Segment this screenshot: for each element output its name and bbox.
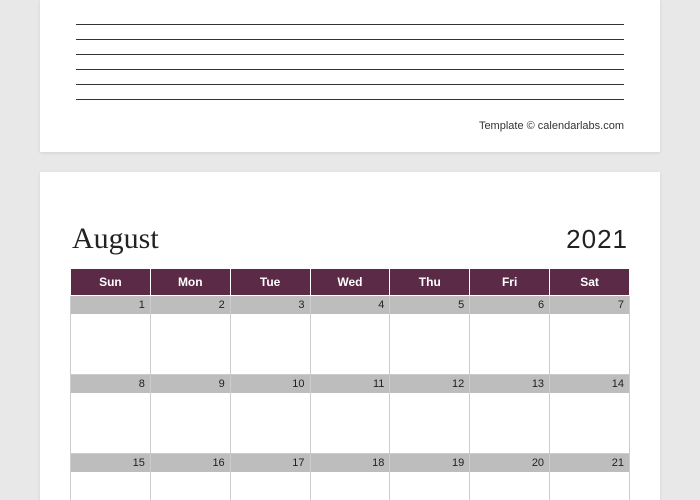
day-number: 20 xyxy=(470,454,549,472)
day-number: 3 xyxy=(231,296,310,314)
day-number: 1 xyxy=(71,296,150,314)
day-number: 18 xyxy=(311,454,390,472)
year: 2021 xyxy=(566,224,628,255)
day-body xyxy=(231,472,310,500)
prev-page-tail: Template © calendarlabs.com xyxy=(40,0,660,152)
day-number: 13 xyxy=(470,375,549,393)
day-cell: 4 xyxy=(310,296,390,375)
day-cell: 2 xyxy=(150,296,230,375)
day-cell: 20 xyxy=(470,454,550,500)
weekday-wed: Wed xyxy=(310,269,390,296)
note-line xyxy=(76,25,624,40)
day-body xyxy=(311,393,390,453)
weekday-mon: Mon xyxy=(150,269,230,296)
day-number: 8 xyxy=(71,375,150,393)
day-cell: 7 xyxy=(550,296,630,375)
day-cell: 15 xyxy=(71,454,151,500)
day-number: 21 xyxy=(550,454,629,472)
weekday-thu: Thu xyxy=(390,269,470,296)
day-body xyxy=(470,472,549,500)
day-body xyxy=(151,314,230,374)
day-number: 11 xyxy=(311,375,390,393)
day-cell: 18 xyxy=(310,454,390,500)
day-cell: 11 xyxy=(310,375,390,454)
day-cell: 14 xyxy=(550,375,630,454)
calendar-table: Sun Mon Tue Wed Thu Fri Sat 1 2 3 4 5 6 … xyxy=(70,268,630,500)
day-cell: 3 xyxy=(230,296,310,375)
template-credit: Template © calendarlabs.com xyxy=(70,110,630,132)
day-cell: 16 xyxy=(150,454,230,500)
day-body xyxy=(71,393,150,453)
day-body xyxy=(231,393,310,453)
day-body xyxy=(151,472,230,500)
day-number: 15 xyxy=(71,454,150,472)
week-row: 15 16 17 18 19 20 21 xyxy=(71,454,630,500)
day-number: 17 xyxy=(231,454,310,472)
calendar-page: August 2021 Sun Mon Tue Wed Thu Fri Sat … xyxy=(40,172,660,500)
day-cell: 1 xyxy=(71,296,151,375)
weekday-fri: Fri xyxy=(470,269,550,296)
notes-lines xyxy=(70,10,630,110)
week-row: 8 9 10 11 12 13 14 xyxy=(71,375,630,454)
day-cell: 13 xyxy=(470,375,550,454)
day-body xyxy=(550,393,629,453)
day-body xyxy=(151,393,230,453)
week-row: 1 2 3 4 5 6 7 xyxy=(71,296,630,375)
day-number: 12 xyxy=(390,375,469,393)
note-line xyxy=(76,40,624,55)
day-number: 9 xyxy=(151,375,230,393)
day-body xyxy=(311,472,390,500)
day-body xyxy=(470,314,549,374)
month-header: August 2021 xyxy=(70,222,630,268)
month-name: August xyxy=(72,222,159,256)
day-number: 5 xyxy=(390,296,469,314)
day-body xyxy=(71,314,150,374)
day-body xyxy=(231,314,310,374)
day-number: 19 xyxy=(390,454,469,472)
day-body xyxy=(71,472,150,500)
note-line xyxy=(76,55,624,70)
day-body xyxy=(390,393,469,453)
day-number: 2 xyxy=(151,296,230,314)
day-body xyxy=(550,314,629,374)
day-cell: 6 xyxy=(470,296,550,375)
weekday-sun: Sun xyxy=(71,269,151,296)
day-body xyxy=(550,472,629,500)
day-cell: 10 xyxy=(230,375,310,454)
note-line xyxy=(76,85,624,100)
day-body xyxy=(311,314,390,374)
weekday-tue: Tue xyxy=(230,269,310,296)
day-body xyxy=(470,393,549,453)
day-body xyxy=(390,314,469,374)
day-number: 10 xyxy=(231,375,310,393)
day-cell: 8 xyxy=(71,375,151,454)
day-cell: 12 xyxy=(390,375,470,454)
day-cell: 21 xyxy=(550,454,630,500)
note-line xyxy=(76,70,624,85)
day-body xyxy=(390,472,469,500)
weekday-row: Sun Mon Tue Wed Thu Fri Sat xyxy=(71,269,630,296)
day-number: 16 xyxy=(151,454,230,472)
weekday-sat: Sat xyxy=(550,269,630,296)
day-number: 6 xyxy=(470,296,549,314)
day-number: 7 xyxy=(550,296,629,314)
day-cell: 17 xyxy=(230,454,310,500)
day-cell: 5 xyxy=(390,296,470,375)
day-number: 4 xyxy=(311,296,390,314)
day-cell: 19 xyxy=(390,454,470,500)
day-cell: 9 xyxy=(150,375,230,454)
day-number: 14 xyxy=(550,375,629,393)
note-line xyxy=(76,10,624,25)
